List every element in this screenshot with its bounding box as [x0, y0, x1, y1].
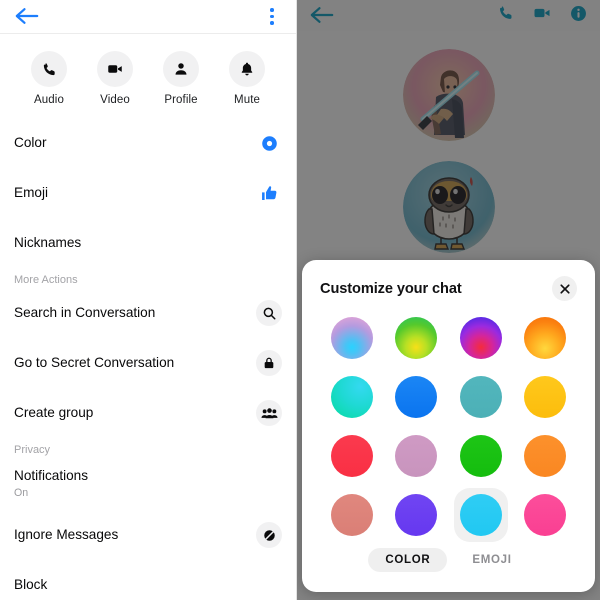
list-item-notifications[interactable]: Notifications On — [0, 458, 296, 510]
tab-emoji[interactable]: EMOJI — [455, 548, 528, 572]
quick-actions-row: Audio Video Profile Mute — [0, 34, 296, 118]
dialog-header: Customize your chat — [320, 276, 577, 301]
person-icon — [163, 51, 199, 87]
search-icon — [256, 300, 282, 326]
list-item-ignore-messages[interactable]: Ignore Messages — [0, 510, 296, 560]
hot-pink-solid — [523, 493, 566, 536]
swatch-cell-salmon-solid[interactable] — [325, 488, 379, 542]
phone-icon — [31, 51, 67, 87]
swatch-cell-teal-muted-solid[interactable] — [454, 370, 508, 424]
list-item-block[interactable]: Block — [0, 560, 296, 600]
swatch-cell-purple-solid[interactable] — [389, 488, 443, 542]
tab-color[interactable]: COLOR — [368, 548, 448, 572]
list-item-title: Create group — [14, 404, 94, 420]
list-item-title: Color — [14, 134, 47, 150]
chat-thread-panel: Customize your chat COLOR EMOJI — [296, 0, 600, 600]
purple-solid — [395, 493, 438, 536]
quick-action-label: Mute — [234, 94, 260, 106]
cyan-solid — [459, 493, 502, 536]
list-item-color[interactable]: Color — [0, 118, 296, 168]
cyan-teal-gradient — [331, 376, 374, 419]
dialog-tabs: COLOR EMOJI — [320, 544, 577, 582]
close-icon[interactable] — [552, 276, 577, 301]
app-screen: Audio Video Profile Mute Color Emoji Nic… — [0, 0, 600, 600]
swatch-cell-orange-solid[interactable] — [518, 429, 572, 483]
orange-solid — [523, 434, 566, 477]
pink-cyan-gradient — [331, 317, 374, 360]
list-item-secret-conversation[interactable]: Go to Secret Conversation — [0, 338, 296, 388]
list-item-search-in-conversation[interactable]: Search in Conversation — [0, 288, 296, 338]
list-item-title: Go to Secret Conversation — [14, 354, 175, 370]
orange-yellow-gradient — [523, 317, 566, 360]
chat-details-panel: Audio Video Profile Mute Color Emoji Nic… — [0, 0, 296, 600]
color-swatch-grid — [320, 309, 577, 544]
settings-list: Color Emoji Nicknames More Actions Searc… — [0, 118, 296, 600]
section-header-privacy: Privacy — [14, 444, 51, 456]
list-item-title: Ignore Messages — [14, 526, 119, 542]
lock-icon — [256, 350, 282, 376]
list-item-title: Emoji — [14, 184, 48, 200]
teal-muted-solid — [459, 376, 502, 419]
swatch-cell-blue-solid[interactable] — [389, 370, 443, 424]
quick-action-label: Audio — [34, 94, 64, 106]
back-arrow-icon[interactable] — [14, 6, 40, 28]
swatch-cell-cyan-solid[interactable] — [453, 487, 508, 542]
list-item-title: Notifications — [14, 468, 89, 484]
quick-action-mute[interactable]: Mute — [217, 51, 277, 106]
swatch-cell-green-yellow-gradient[interactable] — [389, 311, 443, 365]
amber-solid — [523, 376, 566, 419]
green-solid — [459, 434, 502, 477]
list-item-title: Search in Conversation — [14, 304, 156, 320]
swatch-cell-cyan-teal-gradient[interactable] — [325, 370, 379, 424]
color-ring-icon — [256, 130, 282, 156]
list-item-subtitle: On — [14, 487, 29, 500]
swatch-cell-red-solid[interactable] — [325, 429, 379, 483]
red-solid — [331, 434, 374, 477]
swatch-cell-orange-yellow-gradient[interactable] — [518, 311, 572, 365]
quick-action-audio[interactable]: Audio — [19, 51, 79, 106]
customize-chat-dialog: Customize your chat COLOR EMOJI — [302, 260, 595, 592]
list-item-emoji[interactable]: Emoji — [0, 168, 296, 218]
bell-icon — [229, 51, 265, 87]
ignore-slash-icon — [256, 522, 282, 548]
swatch-cell-purple-red-gradient[interactable] — [454, 311, 508, 365]
section-header-more-actions: More Actions — [14, 274, 78, 286]
thumbs-up-icon — [256, 180, 282, 206]
swatch-cell-hot-pink-solid[interactable] — [518, 488, 572, 542]
people-group-icon — [256, 400, 282, 426]
list-item-nicknames[interactable]: Nicknames — [0, 218, 296, 268]
purple-red-gradient — [459, 317, 502, 360]
blue-solid — [395, 376, 438, 419]
video-camera-icon — [97, 51, 133, 87]
dusty-pink-solid — [395, 434, 438, 477]
left-topbar — [0, 0, 296, 34]
list-item-create-group[interactable]: Create group — [0, 388, 296, 438]
green-yellow-gradient — [395, 317, 438, 360]
quick-action-label: Video — [100, 94, 130, 106]
kebab-menu-icon[interactable] — [262, 6, 282, 28]
salmon-solid — [331, 493, 374, 536]
dialog-title: Customize your chat — [320, 280, 462, 297]
list-item-title: Block — [14, 576, 48, 592]
swatch-cell-pink-cyan-gradient[interactable] — [325, 311, 379, 365]
swatch-cell-amber-solid[interactable] — [518, 370, 572, 424]
quick-action-label: Profile — [164, 94, 198, 106]
list-item-title: Nicknames — [14, 234, 82, 250]
quick-action-profile[interactable]: Profile — [151, 51, 211, 106]
quick-action-video[interactable]: Video — [85, 51, 145, 106]
swatch-cell-dusty-pink-solid[interactable] — [389, 429, 443, 483]
swatch-cell-green-solid[interactable] — [454, 429, 508, 483]
